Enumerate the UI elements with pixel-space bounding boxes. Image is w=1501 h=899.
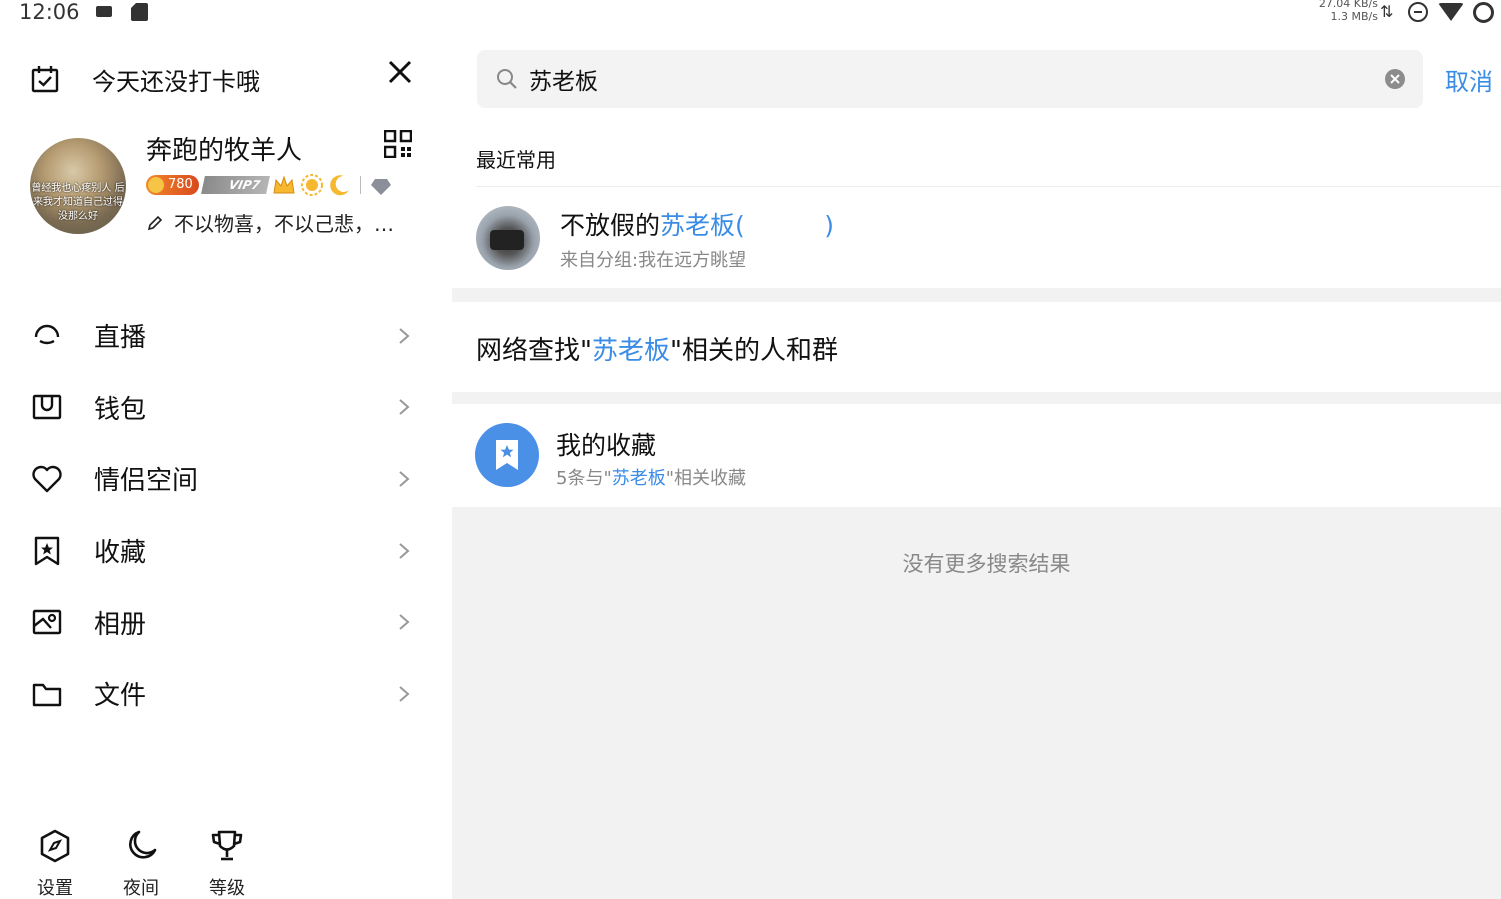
chevron-right-icon	[399, 686, 410, 702]
speed-up: 27.04 KB/s	[1318, 0, 1378, 10]
nickname[interactable]: 奔跑的牧羊人	[146, 130, 302, 167]
level-badge: 780	[146, 175, 199, 195]
favorites-sub-prefix: 5条与"	[556, 468, 612, 489]
side-drawer: 今天还没打卡哦 曾经我也心疼别人 后来我才知道自己过得没那么好 奔跑的牧羊人 7…	[0, 26, 452, 899]
night-mode-button[interactable]: 夜间	[116, 828, 166, 899]
menu-item-album[interactable]: 相册	[0, 586, 452, 658]
checkin-row[interactable]: 今天还没打卡哦	[30, 62, 260, 96]
avatar[interactable]: 曾经我也心疼别人 后来我才知道自己过得没那么好	[30, 138, 126, 234]
settings-label: 设置	[37, 878, 73, 899]
calendar-check-icon	[31, 66, 59, 93]
folder-icon	[32, 683, 62, 706]
web-search-suffix: "相关的人和群	[669, 336, 838, 366]
checkin-text: 今天还没打卡哦	[92, 67, 260, 96]
notification-icon	[96, 6, 112, 17]
sd-card-icon	[131, 3, 148, 21]
search-box[interactable]	[477, 50, 1423, 108]
chevron-right-icon	[399, 614, 410, 630]
chevron-right-icon	[399, 399, 410, 416]
speed-down: 1.3 MB/s	[1330, 10, 1378, 23]
wifi-icon	[1438, 3, 1464, 21]
live-icon	[34, 324, 60, 344]
crown-icon	[273, 175, 295, 194]
moon-icon	[329, 175, 349, 196]
favorites-subtitle: 5条与"苏老板"相关收藏	[556, 464, 746, 490]
menu-label: 文件	[94, 681, 147, 712]
photo-album-icon	[32, 609, 62, 635]
status-time: 12:06	[19, 0, 80, 24]
badge-row[interactable]: 780 VIP7	[146, 172, 393, 198]
battery-icon	[1473, 2, 1494, 23]
level-label: 等级	[209, 878, 245, 899]
sun-icon	[300, 174, 323, 196]
heart-icon	[32, 465, 62, 493]
drawer-menu: 直播 钱包 情侣空间 收藏 相册 文件	[0, 300, 452, 730]
search-header: 取消 最近常用 不放假的苏老板( ) 来自分组:我在远方眺望	[452, 26, 1501, 288]
no-more-results: 没有更多搜索结果	[902, 552, 1071, 576]
menu-item-couple-space[interactable]: 情侣空间	[0, 443, 452, 515]
web-search-prefix: 网络查找"	[476, 336, 592, 366]
web-search-row[interactable]: 网络查找"苏老板"相关的人和群	[452, 302, 1501, 392]
night-mode-icon	[129, 830, 157, 859]
search-input[interactable]	[529, 60, 1349, 98]
wallet-icon	[32, 395, 62, 420]
menu-item-live[interactable]: 直播	[0, 300, 452, 372]
chevron-right-icon	[399, 471, 410, 487]
qr-code-icon[interactable]	[384, 130, 412, 158]
contact-avatar[interactable]	[476, 206, 540, 270]
drawer-bottom-bar: 设置 夜间 等级	[30, 828, 252, 899]
menu-label: 情侣空间	[94, 466, 199, 497]
contact-name[interactable]: 不放假的苏老板( )	[560, 206, 834, 242]
avatar-caption: 曾经我也心疼别人 后来我才知道自己过得没那么好	[31, 183, 125, 222]
close-icon[interactable]	[384, 56, 416, 88]
chevron-right-icon	[399, 328, 410, 344]
menu-item-files[interactable]: 文件	[0, 658, 452, 730]
menu-label: 直播	[94, 323, 147, 354]
favorites-sub-match: 苏老板	[611, 468, 666, 489]
divider	[476, 186, 1501, 187]
favorites-sub-suffix: "相关收藏	[665, 468, 747, 489]
menu-item-favorites[interactable]: 收藏	[0, 515, 452, 587]
favorites-result-row[interactable]: 我的收藏 5条与"苏老板"相关收藏	[452, 404, 1501, 507]
signature[interactable]: 不以物喜，不以己悲，…	[146, 208, 394, 237]
bookmark-star-icon	[496, 440, 518, 470]
pencil-icon	[147, 215, 163, 230]
signature-text: 不以物喜，不以己悲，…	[174, 212, 394, 236]
do-not-disturb-icon	[1408, 2, 1428, 22]
vip-badge: VIP7	[200, 176, 270, 194]
network-speed: 27.04 KB/s 1.3 MB/s	[1319, 0, 1378, 23]
night-mode-label: 夜间	[123, 878, 159, 899]
menu-label: 钱包	[94, 394, 147, 425]
menu-label: 相册	[94, 609, 147, 640]
clear-icon[interactable]	[1384, 68, 1406, 90]
contact-name-suffix: ( )	[735, 211, 835, 240]
search-icon	[497, 69, 517, 89]
web-search-match: 苏老板	[591, 336, 670, 366]
menu-label: 收藏	[94, 538, 147, 569]
favorite-icon	[34, 536, 60, 565]
chevron-right-icon	[399, 542, 410, 559]
contact-name-match: 苏老板	[660, 211, 736, 240]
status-bar: 12:06 27.04 KB/s 1.3 MB/s ⇅	[0, 0, 1501, 26]
settings-button[interactable]: 设置	[30, 828, 80, 899]
menu-item-wallet[interactable]: 钱包	[0, 372, 452, 444]
favorites-title: 我的收藏	[556, 431, 657, 460]
recent-section-title: 最近常用	[476, 148, 556, 172]
diamond-badge-icon	[370, 179, 391, 195]
web-search-text: 网络查找"苏老板"相关的人和群	[476, 330, 838, 367]
contact-group: 来自分组:我在远方眺望	[560, 250, 747, 271]
search-panel: 取消 最近常用 不放假的苏老板( ) 来自分组:我在远方眺望 网络查找"苏老板"…	[452, 26, 1501, 899]
contact-name-prefix: 不放假的	[560, 211, 661, 240]
cancel-button[interactable]: 取消	[1445, 62, 1493, 97]
trophy-icon	[211, 830, 243, 861]
data-arrows-icon: ⇅	[1380, 2, 1394, 21]
favorites-icon	[475, 423, 539, 487]
level-button[interactable]: 等级	[202, 828, 252, 899]
settings-icon	[40, 829, 70, 863]
badge-divider	[359, 176, 361, 194]
